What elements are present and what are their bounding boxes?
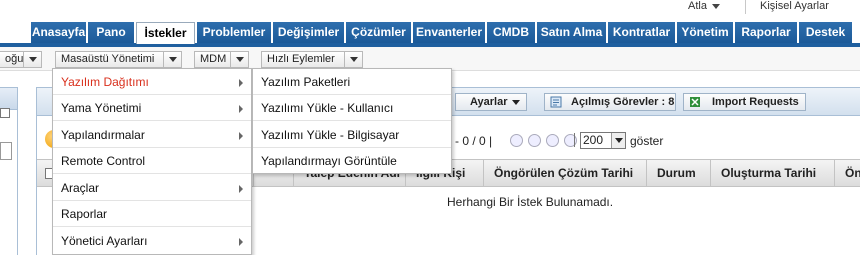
main-nav: Anasayfa Pano İstekler Problemler Değişi… <box>0 17 860 47</box>
settings-label: Ayarlar <box>470 96 508 108</box>
submenu-item-install-computer[interactable]: Yazılımı Yükle - Bilgisayar <box>253 122 451 148</box>
user-menu-label: Atla <box>688 0 707 12</box>
import-requests-button[interactable]: Import Requests <box>683 93 806 111</box>
col-header[interactable]: Ön <box>834 160 860 186</box>
tab-cozumler[interactable]: Çözümler <box>346 22 412 43</box>
tasks-icon <box>550 96 562 108</box>
tab-raporlar[interactable]: Raporlar <box>735 22 798 43</box>
pager-range: - 0 / 0 | <box>455 134 493 148</box>
page-size-select[interactable]: 200 <box>580 132 626 149</box>
empty-table-message: Herhangi Bir İstek Bulunamadı. <box>447 195 614 209</box>
submenu-item-install-user[interactable]: Yazılımı Yükle - Kullanıcı <box>253 95 451 121</box>
open-tasks-label: Açılmış Görevler : 8 <box>571 96 675 108</box>
chevron-down-icon <box>711 3 720 9</box>
personal-settings-link[interactable]: Kişisel Ayarlar <box>760 0 829 12</box>
menu-item-label: Yapılandırmalar <box>61 128 145 142</box>
desktop-management-menu: Yazılım Dağıtımı Yama Yönetimi Yapılandı… <box>52 68 252 255</box>
tab-envanterler[interactable]: Envanterler <box>413 22 486 43</box>
tab-anasayfa[interactable]: Anasayfa <box>31 22 87 43</box>
menu-item-label: Yazılım Dağıtımı <box>61 75 149 89</box>
menu-item-reports[interactable]: Raporlar <box>53 201 251 227</box>
chevron-right-icon <box>239 238 243 246</box>
mdm-label: MDM <box>200 53 227 65</box>
mdm-button[interactable]: MDM <box>194 51 249 68</box>
menu-item-remote-control[interactable]: Remote Control <box>53 148 251 174</box>
chevron-down-icon <box>344 52 362 67</box>
menu-item-configurations[interactable]: Yapılandırmalar <box>53 122 251 148</box>
tab-kontratlar[interactable]: Kontratlar <box>608 22 676 43</box>
top-divider <box>745 0 746 14</box>
menu-item-label: Yönetici Ayarları <box>61 234 148 248</box>
col-header[interactable]: Oluşturma Tarihi <box>710 160 834 186</box>
open-tasks-button[interactable]: Açılmış Görevler : 8 <box>544 93 676 111</box>
partial-dropdown-button[interactable]: oğu <box>0 51 42 68</box>
col-header[interactable]: Durum <box>646 160 710 186</box>
tab-istekler[interactable]: İstekler <box>136 22 195 44</box>
menu-item-label: Araçlar <box>61 181 100 195</box>
left-panel-header <box>0 88 17 110</box>
tab-destek[interactable]: Destek <box>799 22 853 43</box>
menu-item-tools[interactable]: Araçlar <box>53 175 251 201</box>
chevron-right-icon <box>239 132 243 140</box>
chevron-down-icon <box>611 133 625 148</box>
import-requests-label: Import Requests <box>712 96 799 108</box>
tab-satin-alma[interactable]: Satın Alma <box>537 22 607 43</box>
quick-actions-label: Hızlı Eylemler <box>267 53 335 65</box>
tab-pano[interactable]: Pano <box>88 22 135 43</box>
menu-item-patch-management[interactable]: Yama Yönetimi <box>53 95 251 121</box>
spreadsheet-import-icon <box>690 97 700 107</box>
pager-divider <box>574 133 575 147</box>
tab-yonetim[interactable]: Yönetim <box>677 22 734 43</box>
menu-item-admin-settings[interactable]: Yönetici Ayarları <box>53 228 251 254</box>
top-strip: Atla Kişisel Ayarlar <box>0 0 860 17</box>
chevron-down-icon <box>23 52 41 67</box>
page-size-value: 200 <box>583 133 604 147</box>
software-deployment-submenu: Yazılım Paketleri Yazılımı Yükle - Kulla… <box>252 68 452 174</box>
submenu-item-view-configuration[interactable]: Yapılandırmayı Görüntüle <box>253 148 451 174</box>
prev-page-icon[interactable] <box>528 134 541 147</box>
partial-dropdown-label: oğu <box>5 53 24 65</box>
desktop-management-button[interactable]: Masaüstü Yönetimi <box>55 51 182 68</box>
user-menu[interactable]: Atla <box>688 0 720 12</box>
chevron-down-icon <box>163 52 181 67</box>
page-size-show-label: göster <box>630 134 664 148</box>
tab-problemler[interactable]: Problemler <box>197 22 272 43</box>
tab-degisimler[interactable]: Değişimler <box>273 22 345 43</box>
quick-actions-button[interactable]: Hızlı Eylemler <box>261 51 363 68</box>
menu-item-software-deployment[interactable]: Yazılım Dağıtımı <box>53 69 251 95</box>
submenu-item-software-packages[interactable]: Yazılım Paketleri <box>253 69 451 95</box>
desktop-management-label: Masaüstü Yönetimi <box>61 53 155 65</box>
chevron-right-icon <box>239 105 243 113</box>
chevron-right-icon <box>239 185 243 193</box>
col-header[interactable]: Öngörülen Çözüm Tarihi <box>483 160 646 186</box>
menu-item-label: Raporlar <box>61 207 108 221</box>
left-panel-checkbox[interactable] <box>0 108 10 118</box>
last-page-icon[interactable] <box>564 134 577 147</box>
tab-cmdb[interactable]: CMDB <box>487 22 536 43</box>
next-page-icon[interactable] <box>546 134 559 147</box>
menu-item-label: Yama Yönetimi <box>61 101 142 115</box>
chevron-right-icon <box>239 79 243 87</box>
menu-item-label: Remote Control <box>61 154 146 168</box>
left-panel-input[interactable] <box>0 142 12 160</box>
settings-button[interactable]: Ayarlar <box>455 93 527 111</box>
chevron-down-icon <box>230 52 248 67</box>
chevron-down-icon <box>512 100 520 105</box>
first-page-icon[interactable] <box>510 134 523 147</box>
